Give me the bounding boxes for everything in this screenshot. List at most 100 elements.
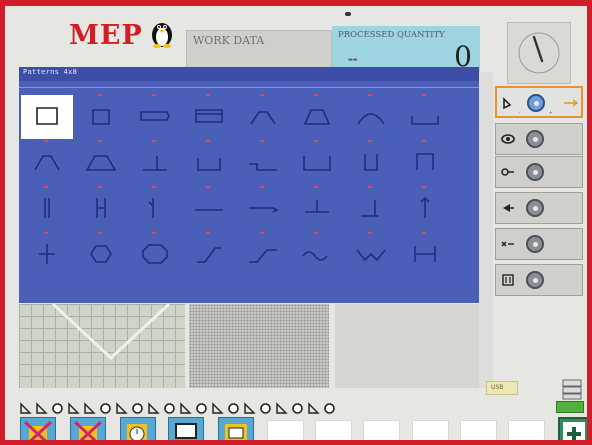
pattern-marker	[206, 94, 210, 96]
penguin-icon	[152, 23, 172, 48]
mini-ring-icon[interactable]	[51, 402, 64, 415]
work-data-panel[interactable]: WORK DATA	[186, 30, 332, 72]
pattern-trapezoid[interactable]	[291, 94, 343, 139]
timer-button[interactable]	[120, 417, 156, 440]
double-flat-icon	[96, 198, 106, 218]
pattern-line-h[interactable]	[183, 186, 235, 231]
empty-slot-4[interactable]	[412, 420, 449, 440]
pattern-u-step[interactable]	[237, 140, 289, 185]
settings-button[interactable]	[218, 417, 254, 440]
mini-frame-icon[interactable]	[179, 402, 192, 415]
settings-tool-icon	[225, 424, 247, 440]
empty-slot-5[interactable]	[460, 420, 497, 440]
mini-ring-icon[interactable]	[291, 402, 304, 415]
pattern-z-diag[interactable]	[183, 232, 235, 277]
disabled-tool-button-2[interactable]	[70, 417, 106, 440]
mini-corner-icon[interactable]	[19, 402, 32, 415]
pattern-marker	[152, 94, 156, 96]
pattern-marker	[314, 94, 318, 96]
empty-slot-1[interactable]	[267, 420, 304, 440]
pattern-double-flat[interactable]	[75, 186, 127, 231]
stack-icon[interactable]	[560, 378, 584, 400]
pattern-w-shape[interactable]	[345, 232, 397, 277]
pattern-bar-right[interactable]	[129, 94, 181, 139]
monitor-button[interactable]	[168, 417, 204, 440]
mini-cone-icon[interactable]	[275, 402, 288, 415]
mini-ring-icon[interactable]	[227, 402, 240, 415]
wave-icon	[302, 251, 328, 261]
add-button[interactable]	[558, 417, 587, 440]
pattern-u-tall[interactable]	[399, 140, 451, 185]
pattern-step-left[interactable]	[129, 140, 181, 185]
pattern-bracket-bottom[interactable]	[399, 94, 451, 139]
disabled-tool-button-1[interactable]	[20, 417, 56, 440]
pattern-double-vertical[interactable]	[21, 186, 73, 231]
mini-corner-icon[interactable]	[307, 402, 320, 415]
mini-ring-icon[interactable]	[99, 402, 112, 415]
mini-ring-icon[interactable]	[195, 402, 208, 415]
u-shallow-icon	[197, 158, 221, 171]
pattern-double-left[interactable]	[129, 186, 181, 231]
pin-control[interactable]	[495, 156, 583, 188]
pattern-trapezoid-flat[interactable]	[75, 140, 127, 185]
pattern-rect[interactable]	[75, 94, 127, 139]
pattern-frame[interactable]	[183, 94, 235, 139]
pattern-open-trapezoid[interactable]	[21, 140, 73, 185]
cone-control[interactable]	[495, 192, 583, 224]
empty-slot-2[interactable]	[315, 420, 352, 440]
pattern-t-shape[interactable]	[291, 186, 343, 231]
pattern-open-rect[interactable]	[21, 95, 73, 139]
link-knob[interactable]	[526, 235, 544, 253]
pattern-trapezoid-arc[interactable]	[237, 94, 289, 139]
arch-icon	[357, 113, 385, 125]
empty-slot-3[interactable]	[363, 420, 400, 440]
pattern-marker	[314, 232, 318, 234]
mini-pin-icon[interactable]	[83, 402, 96, 415]
pattern-line-h-arrow[interactable]	[237, 186, 289, 231]
pattern-marker	[260, 186, 264, 188]
z-diag-icon	[197, 247, 221, 263]
link-control[interactable]	[495, 228, 583, 260]
pattern-u-shallow[interactable]	[183, 140, 235, 185]
empty-slot-6[interactable]	[508, 420, 545, 440]
mini-link-icon[interactable]	[67, 402, 80, 415]
mini-eye-icon[interactable]	[115, 402, 128, 415]
orange-arrow-icon	[564, 99, 579, 107]
pattern-cross[interactable]	[21, 232, 73, 277]
eye-control[interactable]	[495, 123, 583, 155]
length-control[interactable]	[495, 264, 583, 296]
mini-pin-icon[interactable]	[211, 402, 224, 415]
mini-ring-icon[interactable]	[131, 402, 144, 415]
mini-ring-icon[interactable]	[163, 402, 176, 415]
pattern-marker	[206, 232, 210, 234]
pattern-octagon[interactable]	[129, 232, 181, 277]
bar-right-icon	[140, 111, 170, 121]
corner-control[interactable]: - +	[495, 86, 583, 118]
mini-ring-icon[interactable]	[259, 402, 272, 415]
dialog-titlebar[interactable]: Patterns 4x8	[19, 67, 479, 81]
pattern-marker	[152, 140, 156, 142]
mini-link-icon[interactable]	[147, 402, 160, 415]
length-knob[interactable]	[526, 271, 544, 289]
u-narrow-icon	[364, 154, 378, 171]
pattern-single-vertical[interactable]	[399, 186, 451, 231]
pattern-h-shape[interactable]	[399, 232, 451, 277]
cone-knob[interactable]	[526, 199, 544, 217]
pattern-hexagon[interactable]	[75, 232, 127, 277]
pattern-u-wide[interactable]	[291, 140, 343, 185]
pattern-zig-step[interactable]	[237, 232, 289, 277]
mini-link-icon[interactable]	[243, 402, 256, 415]
pattern-wave[interactable]	[291, 232, 343, 277]
pattern-u-narrow[interactable]	[345, 140, 397, 185]
u-tall-icon	[416, 153, 434, 170]
corner-knob[interactable]	[527, 94, 545, 112]
pattern-arch[interactable]	[345, 94, 397, 139]
eye-knob[interactable]	[526, 130, 544, 148]
mini-bar-icon[interactable]	[35, 402, 48, 415]
mini-ring-icon[interactable]	[323, 402, 336, 415]
pattern-step-up[interactable]	[345, 186, 397, 231]
pin-knob[interactable]	[526, 163, 544, 181]
scroll-strip[interactable]	[479, 72, 493, 388]
u-wide-icon	[303, 156, 331, 171]
timer-icon	[127, 424, 147, 440]
